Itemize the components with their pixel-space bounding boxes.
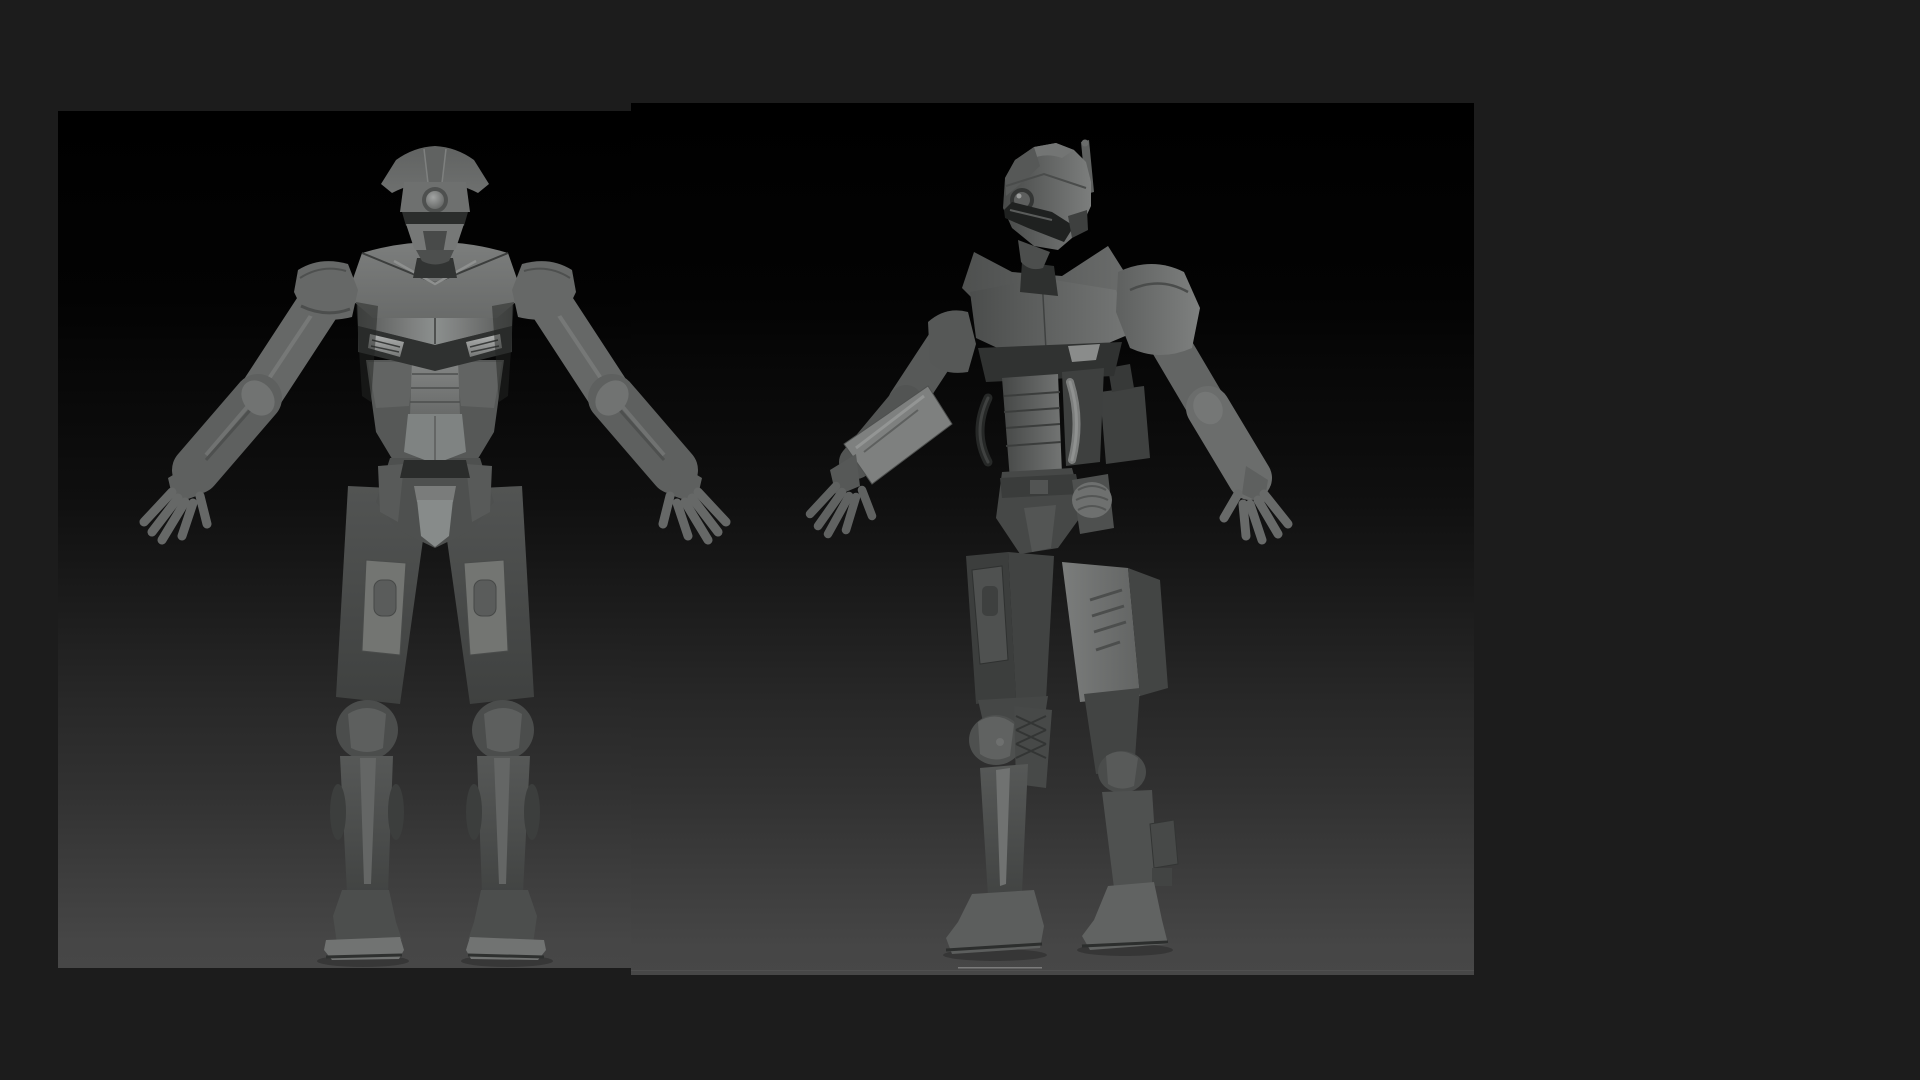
front-left-arm	[139, 278, 344, 545]
front-right-arm	[526, 278, 731, 545]
tq-right-arm	[1142, 310, 1293, 545]
ground-shadows	[317, 944, 1173, 969]
front-right-boot	[468, 890, 537, 944]
figure-three-quarter[interactable]	[805, 139, 1293, 955]
figure-front[interactable]	[139, 146, 731, 960]
tq-right-pauldron	[1116, 264, 1200, 355]
floor-glint	[958, 967, 1042, 969]
front-left-boot	[333, 890, 402, 944]
front-helmet-sensor	[426, 191, 444, 209]
tq-right-boot	[1082, 882, 1168, 950]
tq-left-arm	[805, 320, 966, 539]
front-legs	[324, 486, 546, 960]
tq-legs	[945, 552, 1179, 954]
front-right-pauldron	[512, 261, 576, 320]
tq-left-pauldron	[928, 310, 976, 373]
front-visor	[402, 212, 468, 226]
sculpt-scene	[139, 139, 1293, 969]
